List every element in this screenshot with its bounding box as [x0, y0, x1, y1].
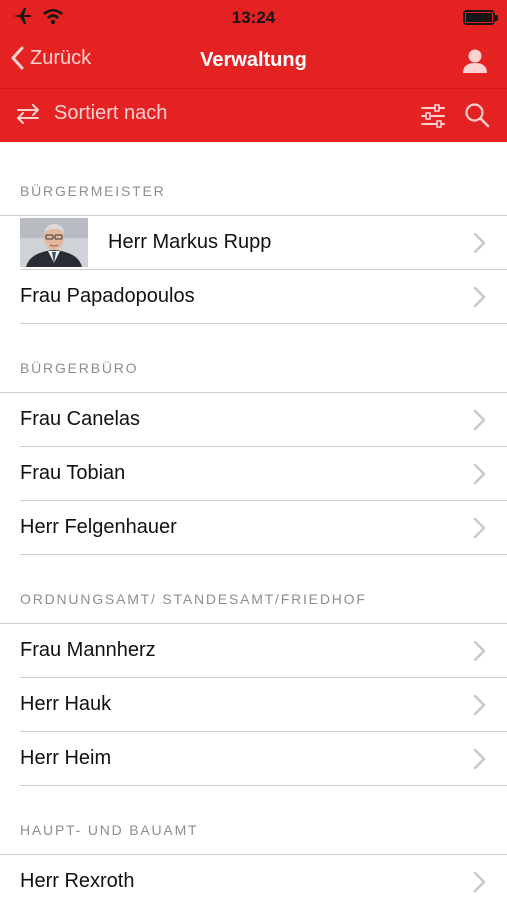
list-item-label: Frau Canelas	[20, 408, 141, 430]
list-item[interactable]: Frau Papadopoulos	[20, 270, 507, 324]
chevron-right-icon	[473, 871, 486, 893]
chevron-right-icon	[473, 232, 486, 254]
list-item-label: Herr Felgenhauer	[20, 516, 177, 538]
list-item-label: Frau Papadopoulos	[20, 285, 195, 307]
list-item[interactable]: Herr Hauk	[20, 678, 507, 732]
navigation-bar: Zurück Verwaltung	[0, 36, 507, 88]
section-header-label: HAUPT- UND BAUAMT	[20, 822, 199, 838]
list-item[interactable]: Herr Rexroth	[20, 855, 507, 900]
contact-list: BÜRGERMEISTER Herr Markus Rupp Frau Papa…	[0, 142, 507, 900]
chevron-right-icon	[473, 517, 486, 539]
list-item-label: Frau Tobian	[20, 462, 126, 484]
section-header-label: BÜRGERBÜRO	[20, 360, 139, 376]
list-item-label: Herr Heim	[20, 747, 112, 769]
page-title: Verwaltung	[200, 49, 307, 71]
user-icon[interactable]	[461, 47, 489, 75]
search-icon[interactable]	[463, 101, 491, 129]
section-header: HAUPT- UND BAUAMT	[0, 786, 507, 854]
section-header: BÜRGERBÜRO	[0, 324, 507, 392]
list-item-label: Herr Hauk	[20, 693, 112, 715]
filter-sliders-icon[interactable]	[419, 102, 447, 130]
list-item[interactable]: Frau Tobian	[20, 447, 507, 501]
sort-button[interactable]: Sortiert nach	[14, 102, 167, 125]
section-list: Frau Canelas Frau Tobian Herr Felgenhaue…	[0, 392, 507, 555]
section-header-label: ORDNUNGSAMT/ STANDESAMT/FRIEDHOF	[20, 591, 367, 607]
section-list: Herr Rexroth	[0, 854, 507, 900]
swap-icon	[17, 103, 39, 124]
battery-icon	[463, 10, 498, 25]
section-list: Frau Mannherz Herr Hauk Herr Heim	[0, 623, 507, 786]
status-bar: 13:24	[0, 0, 507, 36]
chevron-right-icon	[473, 286, 486, 308]
sort-toolbar: Sortiert nach	[0, 88, 507, 142]
avatar	[20, 218, 88, 267]
portrait-image	[20, 218, 88, 267]
list-item-label: Herr Markus Rupp	[108, 231, 272, 253]
section-list: Herr Markus Rupp Frau Papadopoulos	[0, 215, 507, 324]
chevron-right-icon	[473, 463, 486, 485]
section-header: BÜRGERMEISTER	[0, 142, 507, 215]
sort-label: Sortiert nach	[54, 102, 168, 124]
list-item-label: Frau Mannherz	[20, 639, 156, 661]
chevron-right-icon	[473, 640, 486, 662]
list-item[interactable]: Herr Heim	[20, 732, 507, 786]
section-header-label: BÜRGERMEISTER	[20, 183, 166, 199]
list-item[interactable]: Frau Canelas	[20, 393, 507, 447]
list-item-label: Herr Rexroth	[20, 870, 135, 892]
list-item[interactable]: Herr Markus Rupp	[20, 216, 507, 270]
chevron-right-icon	[473, 748, 486, 770]
section-header: ORDNUNGSAMT/ STANDESAMT/FRIEDHOF	[0, 555, 507, 623]
chevron-right-icon	[473, 694, 486, 716]
list-item[interactable]: Herr Felgenhauer	[20, 501, 507, 555]
list-item[interactable]: Frau Mannherz	[20, 624, 507, 678]
chevron-right-icon	[473, 409, 486, 431]
status-time: 13:24	[231, 8, 276, 27]
